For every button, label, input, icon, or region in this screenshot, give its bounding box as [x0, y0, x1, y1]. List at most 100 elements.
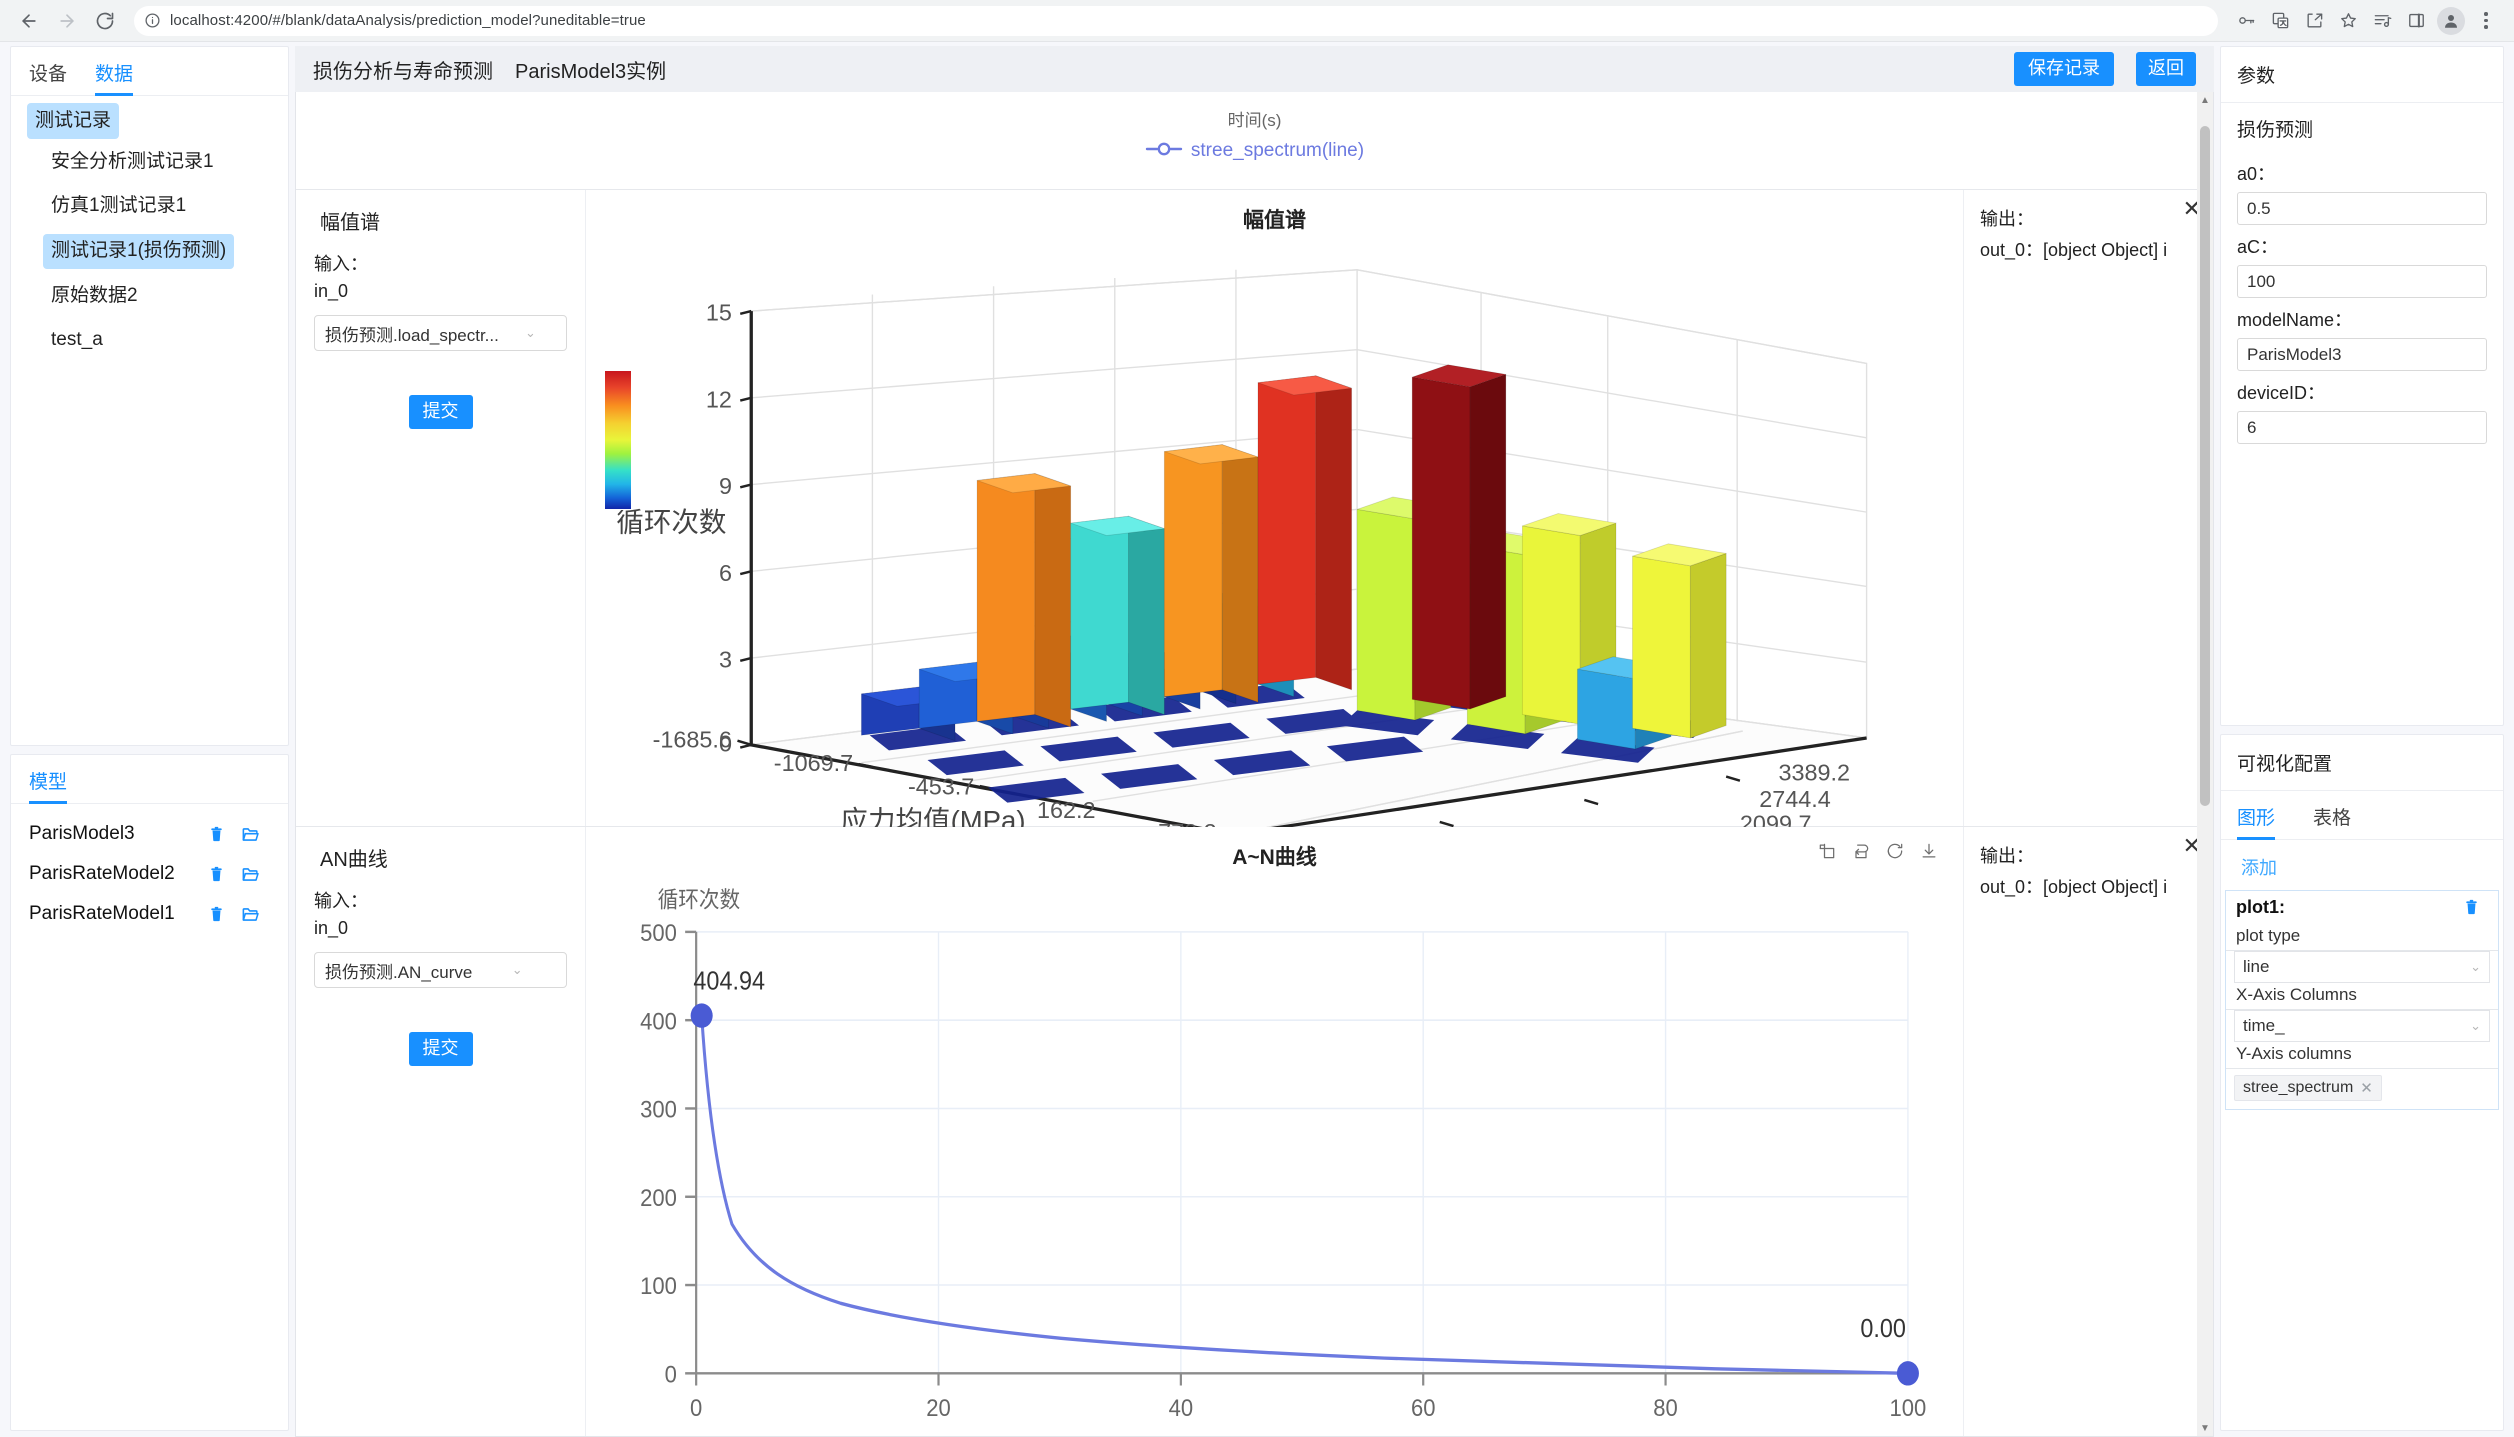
submit-button[interactable]: 提交 [408, 395, 473, 429]
list-item[interactable]: ParisRateModel2 [11, 854, 288, 894]
trash-icon[interactable] [199, 825, 233, 844]
model-name: ParisModel3 [29, 823, 135, 844]
parameters-body: 损伤预测 a0： 0.5 aC： 100 modelName： ParisMod… [2221, 103, 2503, 456]
tree-node-test-records[interactable]: 测试记录 [27, 103, 120, 139]
plot-config-card: plot1: plot type line ⌄ X-Axis Columns t… [2225, 890, 2499, 1110]
field-label-deviceid: deviceID： [2237, 383, 2326, 403]
tab-models[interactable]: 模型 [29, 767, 68, 804]
trash-icon[interactable] [2454, 898, 2488, 917]
download-icon[interactable] [1919, 841, 1939, 866]
tab-table[interactable]: 表格 [2313, 803, 2351, 839]
bookmark-star-icon[interactable] [2332, 5, 2364, 37]
add-plot-button[interactable]: 添加 [2221, 840, 2503, 890]
z-tick-3: 3 [719, 647, 732, 673]
data-tree: 测试记录 安全分析测试记录1 仿真1测试记录1 测试记录1(损伤预测) 原始数据… [11, 96, 288, 363]
address-bar[interactable]: localhost:4200/#/blank/dataAnalysis/pred… [134, 5, 2218, 36]
an-curve-chart[interactable]: A~N曲线 循环次数 500 400 300 200 100 0 0 20 40… [586, 827, 1963, 1436]
tab-data[interactable]: 数据 [95, 59, 134, 96]
parameters-panel: 参数 损伤预测 a0： 0.5 aC： 100 modelName： Paris… [2220, 46, 2504, 726]
scroll-up-icon[interactable]: ▲ [2197, 92, 2213, 108]
input-section-label: 输入： [314, 891, 368, 912]
input-section-label: 输入： [314, 254, 368, 274]
side-panel-icon[interactable] [2400, 5, 2432, 37]
annotation-start-value: 404.94 [693, 968, 765, 996]
tree-item-raw-data-2[interactable]: 原始数据2 [43, 279, 146, 314]
scroll-down-icon[interactable]: ▼ [2197, 1420, 2213, 1436]
data-point-end[interactable] [1896, 1361, 1919, 1386]
submit-button[interactable]: 提交 [408, 1032, 473, 1066]
zoom-area-icon[interactable] [1817, 841, 1837, 866]
vertical-scrollbar[interactable]: ▲ ▼ [2197, 92, 2213, 1436]
tree-item-test-record-1-damage-prediction[interactable]: 测试记录1(损伤预测) [43, 234, 235, 269]
field-input-ac[interactable]: 100 [2237, 265, 2487, 298]
restore-icon[interactable] [1851, 841, 1871, 866]
y-axis-columns-label: Y-Axis columns [2226, 1042, 2498, 1069]
page-title: 损伤分析与寿命预测 [313, 60, 493, 83]
save-record-button[interactable]: 保存记录 [2014, 52, 2114, 86]
amplitude-spectrum-chart[interactable]: 幅值谱 15 12 9 6 3 0 循环次数 -1685.6 -1069.7 -… [586, 190, 1963, 845]
browser-toolbar: localhost:4200/#/blank/dataAnalysis/pred… [0, 0, 2514, 42]
model-name: ParisRateModel2 [29, 863, 175, 884]
back-button[interactable]: 返回 [2136, 52, 2196, 86]
module-amplitude-spectrum: 幅值谱 输入： in_0 损伤预测.load_spectr... ⌄ 提交 幅值… [296, 190, 2213, 845]
model-name: ParisRateModel1 [29, 903, 175, 924]
reload-icon[interactable] [88, 4, 122, 38]
legend-line-marker-icon[interactable] [1145, 141, 1183, 162]
y-tick-1: 2744.4 [1759, 786, 1831, 812]
chrome-menu-icon[interactable] [2470, 5, 2502, 37]
list-item[interactable]: ParisModel3 [11, 814, 288, 854]
field-input-a0[interactable]: 0.5 [2237, 192, 2487, 225]
site-info-icon[interactable] [144, 12, 161, 29]
tree-item-simulation-record-1[interactable]: 仿真1测试记录1 [43, 189, 194, 224]
z-tick-12: 12 [706, 386, 732, 412]
3d-bar-plot-svg: 15 12 9 6 3 0 循环次数 -1685.6 -1069.7 -453.… [616, 268, 1868, 845]
chevron-down-icon: ⌄ [524, 325, 536, 340]
remove-tag-icon[interactable]: ✕ [2360, 1079, 2373, 1097]
profile-avatar-icon[interactable] [2437, 6, 2465, 35]
folder-open-icon[interactable] [233, 865, 267, 884]
tab-graph[interactable]: 图形 [2237, 803, 2276, 840]
module-output-panel: ✕ 输出： out_0：[object Object] i [1963, 190, 2213, 827]
input-source-select[interactable]: 损伤预测.load_spectr... ⌄ [314, 315, 567, 351]
y-axis-column-tag-label: stree_spectrum [2243, 1079, 2354, 1096]
input-source-select[interactable]: 损伤预测.AN_curve ⌄ [314, 952, 567, 989]
z-tick-9: 9 [719, 473, 732, 499]
chevron-down-icon: ⌄ [2470, 1018, 2481, 1033]
refresh-icon[interactable] [1885, 841, 1905, 866]
output-label: 输出： [1980, 209, 2034, 229]
right-sidebar: 参数 损伤预测 a0： 0.5 aC： 100 modelName： Paris… [2214, 42, 2514, 1437]
plot-type-label: plot type [2226, 924, 2498, 951]
model-panel: 模型 ParisModel3 ParisRateModel2 ParisRate… [10, 754, 289, 1431]
field-input-deviceid[interactable]: 6 [2237, 411, 2487, 444]
input-source-value: 损伤预测.load_spectr... [325, 325, 499, 345]
list-item[interactable]: ParisRateModel1 [11, 894, 288, 934]
output-label: 输出： [1980, 846, 2034, 867]
tab-devices[interactable]: 设备 [29, 59, 67, 95]
y-axis-column-tag[interactable]: stree_spectrum ✕ [2234, 1075, 2382, 1101]
legend-label[interactable]: stree_spectrum(line) [1191, 140, 1364, 162]
key-icon[interactable] [2230, 5, 2262, 37]
y-axis-label: 循环次数 [658, 887, 741, 913]
forward-arrow-icon[interactable] [50, 4, 84, 38]
modules-scroll-area: 时间(s) stree_spectrum(line) 幅值谱 输入： in_0 … [295, 92, 2214, 1437]
translate-icon[interactable] [2264, 5, 2296, 37]
module-input-panel: AN曲线 输入： in_0 损伤预测.AN_curve ⌄ 提交 [296, 827, 586, 1436]
x-tick-3: 162.2 [1037, 797, 1096, 823]
share-icon[interactable] [2298, 5, 2330, 37]
folder-open-icon[interactable] [233, 905, 267, 924]
folder-open-icon[interactable] [233, 825, 267, 844]
tree-item-safety-analysis-record-1[interactable]: 安全分析测试记录1 [43, 145, 222, 180]
reading-list-icon[interactable] [2366, 5, 2398, 37]
plot-type-select[interactable]: line ⌄ [2234, 951, 2490, 983]
field-input-modelname[interactable]: ParisModel3 [2237, 338, 2487, 371]
back-arrow-icon[interactable] [12, 4, 46, 38]
trash-icon[interactable] [199, 865, 233, 884]
data-point-start[interactable] [690, 1003, 713, 1028]
module-an-curve: AN曲线 输入： in_0 损伤预测.AN_curve ⌄ 提交 A~N曲线 循… [296, 827, 2213, 1436]
time-axis-label: 时间(s) [1227, 111, 1282, 130]
tree-item-test-a[interactable]: test_a [43, 323, 111, 358]
x-tick-0: -1685.6 [653, 727, 732, 753]
x-axis-columns-select[interactable]: time_ ⌄ [2234, 1010, 2490, 1042]
scrollbar-thumb[interactable] [2200, 126, 2210, 806]
trash-icon[interactable] [199, 905, 233, 924]
